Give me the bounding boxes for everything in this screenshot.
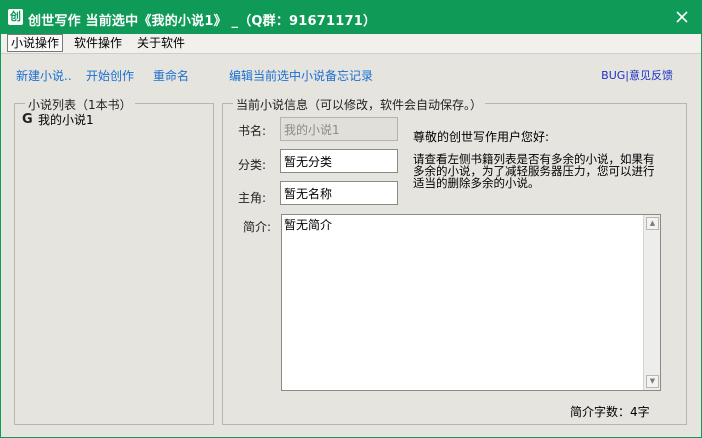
menu-about[interactable]: 关于软件 [134, 35, 188, 51]
novel-list-title: 小说列表（1本书） [25, 96, 135, 113]
app-logo-icon: 创 [8, 9, 23, 25]
title-bar: 创 创世写作 当前选中《我的小说1》 _（Q群：91671171） [1, 1, 701, 34]
menu-novel-ops[interactable]: 小说操作 [7, 34, 64, 52]
intro-scrollbar[interactable]: ▲ ▼ [643, 215, 660, 390]
protagonist-label: 主角: [238, 191, 267, 205]
close-button[interactable] [669, 5, 695, 29]
feedback-link[interactable]: BUG|意见反馈 [601, 67, 673, 83]
novel-info-title: 当前小说信息（可以修改，软件会自动保存。） [233, 96, 486, 113]
novel-icon: G [22, 112, 33, 127]
category-label: 分类: [238, 158, 267, 172]
category-field[interactable] [280, 149, 398, 173]
status-bar [1, 427, 701, 437]
notice-text: 请查看左侧书籍列表是否有多余的小说，如果有多余的小说，为了减轻服务器压力，您可以… [413, 152, 655, 190]
new-novel-link[interactable]: 新建小说.. [16, 67, 72, 84]
menu-bar: 小说操作 软件操作 关于软件 [1, 34, 701, 54]
scroll-down-icon[interactable]: ▼ [646, 375, 659, 388]
start-writing-link[interactable]: 开始创作 [86, 67, 134, 84]
greeting-text: 尊敬的创世写作用户您好: [413, 130, 550, 144]
protagonist-field[interactable] [280, 181, 398, 205]
menu-software-ops[interactable]: 软件操作 [71, 35, 125, 51]
close-icon [676, 11, 688, 23]
scroll-up-icon[interactable]: ▲ [646, 217, 659, 230]
book-name-label: 书名: [238, 124, 267, 138]
intro-text: 暂无简介 [284, 218, 333, 232]
book-name-field [280, 117, 398, 141]
intro-char-count: 简介字数：4字 [570, 405, 650, 419]
novel-list: G 我的小说1 [20, 112, 200, 128]
novel-list-group: 小说列表（1本书） G 我的小说1 [14, 96, 214, 425]
intro-textarea[interactable]: 暂无简介 ▲ ▼ [281, 214, 661, 391]
app-window: 创 创世写作 当前选中《我的小说1》 _（Q群：91671171） 小说操作 软… [0, 0, 702, 438]
edit-memo-link[interactable]: 编辑当前选中小说备忘记录 [229, 67, 373, 84]
novel-item-label: 我的小说1 [38, 113, 94, 127]
window-title: 创世写作 当前选中《我的小说1》 _（Q群：91671171） [28, 14, 377, 29]
intro-label: 简介: [243, 220, 272, 234]
rename-link[interactable]: 重命名 [153, 67, 189, 84]
list-item[interactable]: G 我的小说1 [20, 112, 200, 128]
